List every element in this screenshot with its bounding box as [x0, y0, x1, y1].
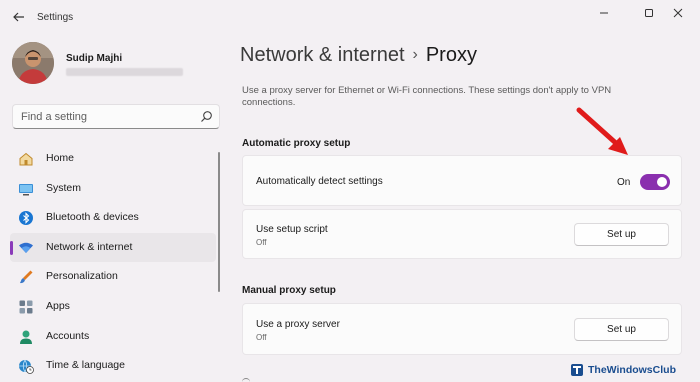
annotation-arrow-icon [576, 107, 628, 155]
page-title: Proxy [425, 44, 477, 66]
back-button[interactable] [10, 8, 28, 26]
app-title: Settings [37, 12, 74, 23]
monitor-icon [19, 183, 33, 196]
toggle-state-label: On [617, 177, 631, 188]
back-arrow-icon [13, 12, 24, 22]
watermark-text: TheWindowsClub [588, 364, 676, 376]
brush-icon [20, 270, 33, 284]
proxy-server-label: Use a proxy server [256, 319, 340, 330]
sidebar-item-label: Accounts [46, 329, 90, 342]
setup-script-button[interactable]: Set up [574, 223, 669, 246]
title-bar: Settings [0, 0, 700, 34]
watermark: TheWindowsClub [570, 360, 700, 380]
globe-clock-icon [19, 359, 34, 375]
sidebar-item-label: Personalization [46, 270, 118, 283]
setup-script-card: Use setup script Off Set up [242, 209, 682, 259]
search-box[interactable]: Find a setting [12, 104, 220, 129]
breadcrumb-separator-icon: › [412, 46, 418, 63]
active-indicator [10, 240, 13, 255]
apps-icon [19, 300, 33, 314]
sidebar-item-network[interactable]: Network & internet [10, 232, 216, 263]
sidebar-item-label: Network & internet [46, 240, 133, 253]
proxy-setup-button[interactable]: Set up [574, 318, 669, 341]
proxy-server-state: Off [256, 333, 267, 342]
search-icon[interactable] [200, 110, 213, 123]
minimize-button[interactable] [582, 2, 626, 24]
sidebar-item-system[interactable]: System [10, 174, 216, 204]
sidebar-item-label: Home [46, 152, 75, 164]
sidebar-item-apps[interactable]: Apps [10, 292, 216, 322]
sidebar-item-personalization[interactable]: Personalization [10, 262, 216, 292]
sidebar-scrollbar[interactable] [218, 152, 220, 292]
sidebar-nav: Home System Bluetooth & devices Network … [10, 144, 216, 381]
breadcrumb: Network & internet › Proxy [240, 44, 477, 67]
breadcrumb-parent[interactable]: Network & internet [240, 44, 405, 66]
next-section-hint [242, 378, 250, 382]
sidebar-item-label: System [46, 181, 82, 194]
avatar [12, 42, 54, 84]
maximize-icon [645, 9, 653, 17]
section-title-automatic: Automatic proxy setup [242, 138, 351, 149]
person-icon [20, 330, 32, 344]
section-title-manual: Manual proxy setup [242, 285, 336, 296]
detect-settings-toggle[interactable] [640, 174, 670, 190]
proxy-server-card: Use a proxy server Off Set up [242, 303, 682, 355]
sidebar-item-bluetooth[interactable]: Bluetooth & devices [10, 203, 216, 233]
sidebar-item-label: Apps [46, 299, 70, 312]
sidebar-item-home[interactable]: Home [10, 144, 216, 174]
detect-settings-card: Automatically detect settings On [242, 155, 682, 206]
toggle-knob [657, 177, 667, 187]
home-icon [19, 152, 33, 166]
minimize-icon [600, 12, 608, 14]
setup-script-label: Use setup script [256, 224, 328, 235]
close-icon [673, 8, 683, 18]
bluetooth-icon [19, 211, 33, 226]
user-email-redacted [66, 68, 183, 76]
avatar-photo-icon [12, 42, 54, 84]
sidebar-item-accounts[interactable]: Accounts [10, 322, 216, 352]
user-name: Sudip Majhi [66, 53, 123, 64]
close-button[interactable] [656, 2, 700, 24]
sidebar-item-time-language[interactable]: Time & language [10, 351, 216, 381]
wifi-icon [19, 242, 33, 253]
search-input[interactable]: Find a setting [21, 111, 87, 123]
sidebar-item-label: Time & language [46, 359, 125, 372]
watermark-logo-icon [571, 364, 583, 376]
sidebar-item-label: Bluetooth & devices [46, 211, 139, 224]
detect-settings-label: Automatically detect settings [256, 176, 383, 187]
setup-script-state: Off [256, 238, 267, 247]
